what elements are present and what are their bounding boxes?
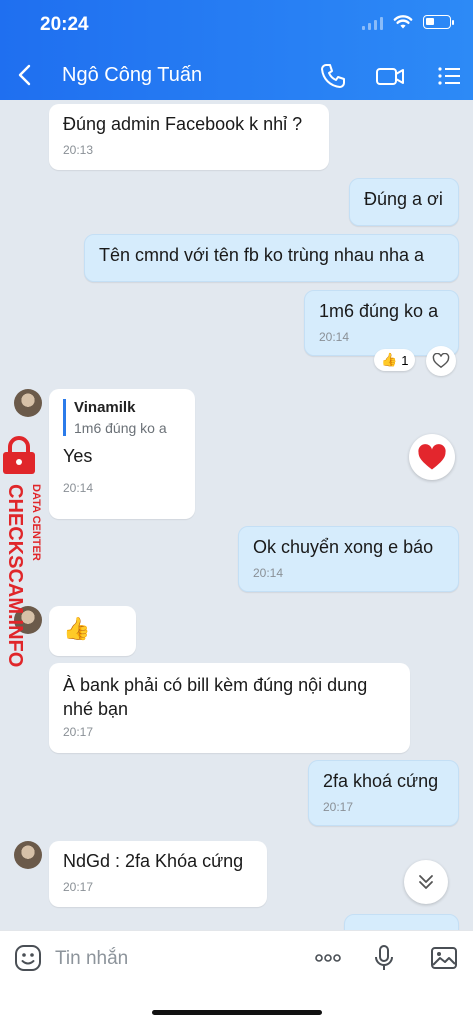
- message-outgoing[interactable]: Tên cmnd với tên fb ko trùng nhau nha a: [84, 234, 459, 282]
- thumbs-up-icon: 👍: [381, 352, 398, 367]
- checkscam-watermark: DATA CENTER CHECKSCAM.INFO: [3, 436, 42, 667]
- status-icons: [362, 14, 454, 30]
- contact-name[interactable]: Ngô Công Tuấn: [62, 64, 202, 87]
- message-list[interactable]: Đúng admin Facebook k nhỉ ? 20:13 Đúng a…: [0, 100, 473, 930]
- message-outgoing[interactable]: 2fa khoá cứng 20:17: [308, 760, 459, 826]
- message-text: Tên cmnd với tên fb ko trùng nhau nha a: [99, 245, 425, 265]
- message-composer: Tin nhắn: [0, 930, 473, 1024]
- message-text: Ok chuyển xong e báo: [253, 537, 434, 557]
- message-time: 20:17: [63, 725, 94, 739]
- react-heart-button[interactable]: [426, 346, 456, 376]
- watermark-line1: DATA CENTER: [30, 484, 42, 561]
- message-incoming-reply[interactable]: Vinamilk 1m6 đúng ko a Yes 20:14: [49, 389, 195, 519]
- message-text: Đúng a ơi: [364, 189, 443, 209]
- message-input[interactable]: Tin nhắn: [55, 948, 128, 970]
- message-incoming[interactable]: Đúng admin Facebook k nhỉ ? 20:13: [49, 104, 329, 170]
- watermark-line2: CHECKSCAM.INFO: [4, 484, 26, 667]
- message-time: 20:14: [319, 330, 350, 344]
- quoted-message[interactable]: Vinamilk 1m6 đúng ko a: [63, 399, 181, 436]
- image-gallery-icon[interactable]: [429, 943, 459, 973]
- signal-icon: [362, 14, 383, 30]
- message-text: À bank phải có bill kèm đúng nội dung nh…: [63, 675, 368, 719]
- message-time: 20:17: [323, 800, 354, 814]
- scroll-to-bottom-button[interactable]: [404, 860, 448, 904]
- message-incoming[interactable]: NdGd : 2fa Khóa cứng 20:17: [49, 841, 267, 907]
- wifi-icon: [393, 15, 413, 29]
- message-outgoing[interactable]: Ok chuyển xong e báo 20:14: [238, 526, 459, 592]
- thumbs-up-icon: 👍: [63, 616, 91, 641]
- back-icon[interactable]: [10, 60, 40, 90]
- video-call-icon[interactable]: [374, 61, 406, 91]
- menu-list-icon[interactable]: [434, 61, 464, 91]
- status-time: 20:24: [40, 14, 89, 35]
- phone-call-icon[interactable]: [318, 61, 348, 91]
- quote-text: 1m6 đúng ko a: [74, 420, 167, 436]
- message-time: 20:13: [63, 143, 94, 157]
- message-text: Yes: [63, 446, 93, 466]
- message-text: 1m6 đúng ko a: [319, 301, 439, 321]
- message-time: 20:14: [253, 566, 284, 580]
- more-options-icon[interactable]: [313, 943, 343, 973]
- battery-icon: [423, 15, 454, 29]
- home-indicator: [152, 1010, 322, 1015]
- chat-header: 20:24 Ngô Công Tuấn: [0, 0, 473, 100]
- microphone-icon[interactable]: [369, 943, 399, 973]
- message-incoming[interactable]: À bank phải có bill kèm đúng nội dung nh…: [49, 663, 410, 753]
- message-time: 20:17: [63, 880, 94, 894]
- message-text: 2fa khoá cứng: [323, 771, 439, 791]
- reaction-badge[interactable]: 👍 1: [374, 349, 416, 371]
- avatar[interactable]: [14, 389, 42, 417]
- message-text: NdGd : 2fa Khóa cứng: [63, 851, 244, 871]
- message-outgoing-partial[interactable]: [344, 914, 459, 930]
- heart-reaction[interactable]: [409, 434, 455, 480]
- emoji-icon[interactable]: [13, 943, 43, 973]
- avatar[interactable]: [14, 841, 42, 869]
- nav-bar: Ngô Công Tuấn: [0, 52, 473, 100]
- message-text: Đúng admin Facebook k nhỉ ?: [63, 114, 303, 134]
- message-incoming-sticker[interactable]: 👍: [49, 606, 136, 656]
- heart-outline-icon: [432, 353, 450, 369]
- heart-icon: [418, 443, 446, 469]
- reaction-count: 1: [401, 352, 409, 368]
- double-chevron-down-icon: [419, 875, 433, 889]
- quote-author: Vinamilk: [74, 399, 136, 416]
- message-time: 20:14: [63, 481, 94, 495]
- message-outgoing[interactable]: Đúng a ơi: [349, 178, 459, 226]
